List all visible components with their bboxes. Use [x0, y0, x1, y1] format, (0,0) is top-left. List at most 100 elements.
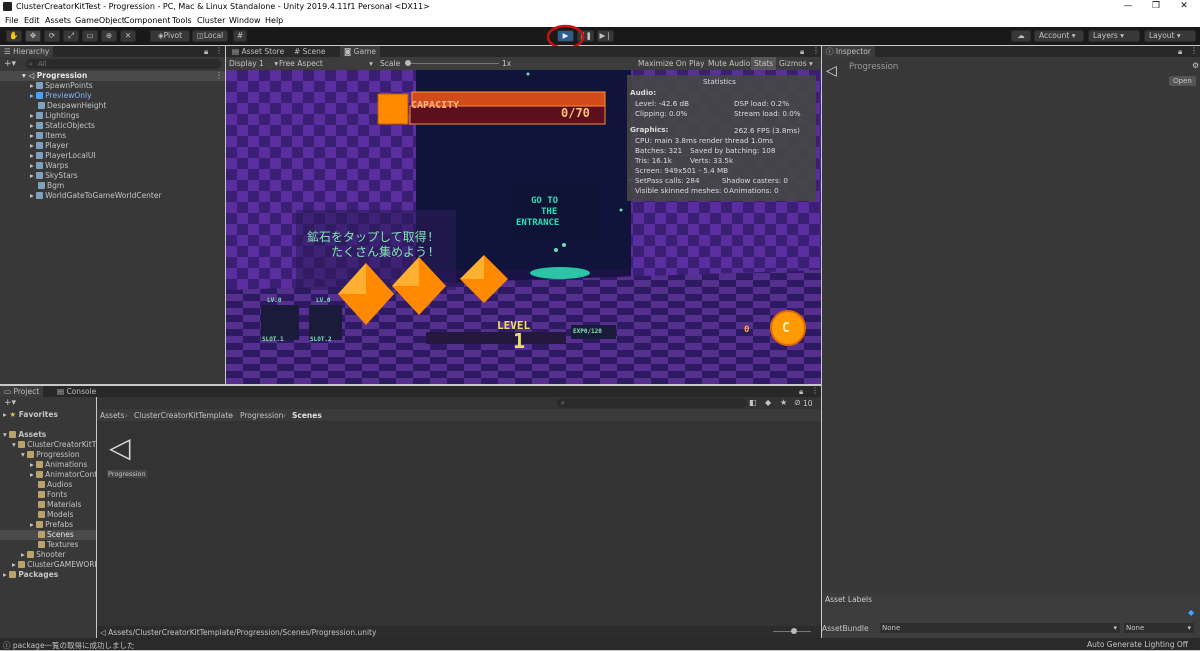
label-tag-icon[interactable]: ◆	[1188, 608, 1194, 617]
menu-cluster[interactable]: Cluster	[197, 16, 225, 25]
grid-snap-icon[interactable]: #	[233, 30, 247, 42]
slot2-label[interactable]: SLOT.2	[310, 336, 332, 343]
favorites-item[interactable]: ▸ ★ Favorites	[3, 410, 58, 419]
unity-scene-asset-icon[interactable]: ◁	[109, 431, 131, 464]
move-tool-icon[interactable]: ✥	[25, 30, 41, 42]
tree-item[interactable]: Fonts	[38, 490, 67, 499]
breadcrumb-progression[interactable]: Progression	[240, 411, 283, 420]
menu-file[interactable]: File	[5, 16, 18, 25]
tree-item[interactable]: ▸ AnimatorCont	[30, 470, 97, 479]
tree-item[interactable]: Models	[38, 510, 73, 519]
filter-label-icon[interactable]: ◆	[765, 398, 771, 407]
step-button[interactable]: ▶❘	[597, 30, 614, 42]
local-toggle[interactable]: ◫Local	[192, 30, 228, 42]
minimize-button[interactable]: —	[1118, 1, 1138, 11]
asset-bundle-dropdown[interactable]: None ▾	[880, 623, 1120, 633]
layers-dropdown[interactable]: Layers ▾	[1088, 30, 1140, 42]
menu-gameobject[interactable]: GameObject	[75, 16, 125, 25]
tab-asset-store[interactable]: ▤ Asset Store	[228, 46, 288, 57]
menu-component[interactable]: Component	[124, 16, 170, 25]
open-button[interactable]: Open	[1169, 76, 1196, 86]
tree-item[interactable]: ▸ ClusterGAMEWORI	[12, 560, 97, 569]
rect-tool-icon[interactable]: ▭	[82, 30, 98, 42]
hidden-count-icon[interactable]: ⊘	[794, 398, 801, 407]
lock-icon[interactable]: 🔒︎	[799, 387, 803, 397]
breadcrumb-scenes[interactable]: Scenes	[292, 411, 322, 420]
tree-item[interactable]: Textures	[38, 540, 78, 549]
tab-scene[interactable]: # Scene	[290, 46, 330, 57]
custom-tool-icon[interactable]: ✕	[120, 30, 136, 42]
hierarchy-item[interactable]: ▸ WorldGateToGameWorldCenter	[30, 191, 162, 200]
add-asset-icon[interactable]: +▾	[4, 398, 16, 408]
rotate-tool-icon[interactable]: ⟳	[44, 30, 60, 42]
settings-icon[interactable]: ⚙	[1192, 61, 1199, 70]
scale-tool-icon[interactable]: ⤢	[63, 30, 79, 42]
tab-inspector[interactable]: ⓘ Inspector	[822, 46, 875, 57]
asset-name[interactable]: Progression	[107, 470, 147, 478]
add-icon[interactable]: +▾	[4, 59, 16, 69]
lighting-status[interactable]: Auto Generate Lighting Off	[1087, 640, 1188, 649]
tree-item[interactable]: ▾ ClusterCreatorKitT	[12, 440, 96, 449]
packages-item[interactable]: ▸ Packages	[3, 570, 58, 579]
hierarchy-item[interactable]: ▸ PreviewOnly	[30, 91, 92, 100]
hierarchy-item[interactable]: ▸ Player	[30, 141, 69, 150]
hierarchy-item[interactable]: ▸ SpawnPoints	[30, 81, 93, 90]
breadcrumb-assets[interactable]: Assets	[100, 411, 124, 420]
tab-hierarchy[interactable]: ☰ Hierarchy	[0, 46, 54, 57]
more-icon[interactable]: ⋮	[1190, 46, 1198, 55]
more-icon[interactable]: ⋮	[812, 46, 820, 55]
menu-edit[interactable]: Edit	[24, 16, 40, 25]
hierarchy-item[interactable]: DespawnHeight	[38, 101, 106, 110]
favorite-icon[interactable]: ★	[780, 398, 787, 407]
icon-size-slider-handle[interactable]	[791, 628, 797, 634]
assets-item[interactable]: ▾ Assets	[3, 430, 46, 439]
more-icon[interactable]: ⋮	[215, 46, 223, 55]
lock-icon[interactable]: 🔒︎	[204, 47, 208, 57]
scale-slider-handle[interactable]	[405, 60, 411, 66]
tree-item-selected[interactable]: Scenes	[38, 530, 74, 539]
slot1-label[interactable]: SLOT.1	[262, 336, 284, 343]
gizmos-dropdown[interactable]: Gizmos ▾	[779, 59, 813, 68]
scale-slider-track[interactable]	[407, 63, 499, 64]
maximize-on-play-toggle[interactable]: Maximize On Play	[638, 59, 705, 68]
lock-icon[interactable]: 🔒︎	[1178, 47, 1182, 57]
stats-toggle[interactable]: Stats	[751, 57, 777, 70]
asset-variant-dropdown[interactable]: None ▾	[1124, 623, 1194, 633]
hierarchy-item[interactable]: ▸ SkyStars	[30, 171, 78, 180]
scene-root[interactable]: ▾ ◁ Progression	[22, 71, 87, 80]
hierarchy-item[interactable]: Bgm	[38, 181, 64, 190]
layout-dropdown[interactable]: Layout ▾	[1144, 30, 1196, 42]
account-dropdown[interactable]: Account ▾	[1034, 30, 1084, 42]
tree-item[interactable]: ▾ Progression	[21, 450, 80, 459]
tree-item[interactable]: Audios	[38, 480, 72, 489]
tree-item[interactable]: ▸ Animations	[30, 460, 87, 469]
tree-item[interactable]: ▸ Prefabs	[30, 520, 73, 529]
mute-audio-toggle[interactable]: Mute Audio	[708, 59, 750, 68]
menu-tools[interactable]: Tools	[172, 16, 192, 25]
close-button[interactable]: ✕	[1174, 1, 1194, 11]
menu-help[interactable]: Help	[265, 16, 283, 25]
hierarchy-item[interactable]: ▸ Items	[30, 131, 66, 140]
hierarchy-item[interactable]: ▸ PlayerLocalUI	[30, 151, 96, 160]
transform-tool-icon[interactable]: ⊕	[101, 30, 117, 42]
tree-item[interactable]: ▸ Shooter	[21, 550, 66, 559]
hierarchy-search-input[interactable]: ⌕ All	[26, 59, 221, 69]
project-search-input[interactable]: ⌕	[557, 398, 747, 408]
tree-item[interactable]: Materials	[38, 500, 81, 509]
display-dropdown[interactable]: Display 1 ▾	[229, 59, 278, 68]
tab-console[interactable]: ▤ Console	[53, 386, 100, 397]
maximize-button[interactable]: ❐	[1146, 1, 1166, 11]
cloud-icon[interactable]: ☁	[1011, 30, 1031, 42]
tab-game[interactable]: ◙ Game	[340, 46, 380, 57]
pivot-toggle[interactable]: ◈Pivot	[150, 30, 190, 42]
lock-icon[interactable]: 🔒︎	[800, 47, 804, 57]
hierarchy-item[interactable]: ▸ StaticObjects	[30, 121, 95, 130]
breadcrumb-template[interactable]: ClusterCreatorKitTemplate	[134, 411, 233, 420]
hierarchy-item[interactable]: ▸ Lightings	[30, 111, 79, 120]
menu-assets[interactable]: Assets	[45, 16, 71, 25]
hierarchy-item[interactable]: ▸ Warps	[30, 161, 68, 170]
menu-window[interactable]: Window	[229, 16, 261, 25]
tab-project[interactable]: ▭ Project	[0, 386, 44, 397]
more-icon[interactable]: ⋮	[811, 386, 819, 395]
hand-tool-icon[interactable]: ✋	[6, 30, 22, 42]
